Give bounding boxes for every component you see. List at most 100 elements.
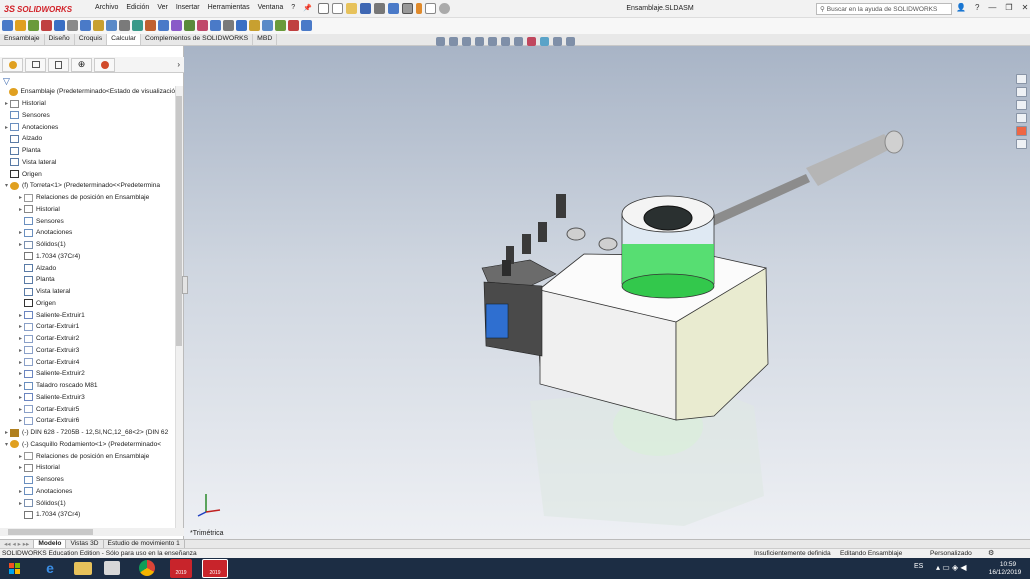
tree-expander-icon[interactable]: ▾ xyxy=(3,182,10,189)
tree-expander-icon[interactable]: ▸ xyxy=(17,206,24,213)
menu-ver[interactable]: Ver xyxy=(157,4,168,12)
file-properties-icon[interactable] xyxy=(425,3,436,14)
minimize-button[interactable]: — xyxy=(988,3,996,12)
tree-expander-icon[interactable]: ▸ xyxy=(3,429,10,436)
tree-item[interactable]: ▸ Saliente-Extruir2 xyxy=(0,368,175,380)
tree-item[interactable]: ▸ Anotaciones xyxy=(0,121,175,133)
dimxpert-tab[interactable]: ⊕ xyxy=(71,57,92,72)
tree-item[interactable]: ▸ Anotaciones xyxy=(0,227,175,239)
command-tool-icon[interactable] xyxy=(184,20,195,31)
tree-expander-icon[interactable]: ▸ xyxy=(17,464,24,471)
command-tool-icon[interactable] xyxy=(223,20,234,31)
tree-item[interactable]: Planta xyxy=(0,274,175,286)
tree-item[interactable]: 1.7034 (37Cr4) xyxy=(0,509,175,521)
command-tool-icon[interactable] xyxy=(262,20,273,31)
command-tool-icon[interactable] xyxy=(54,20,65,31)
tree-expander-icon[interactable]: ▸ xyxy=(17,382,24,389)
status-settings-icon[interactable]: ⚙ xyxy=(988,549,994,557)
tree-expander-icon[interactable]: ▸ xyxy=(17,347,24,354)
tree-item[interactable]: ▸ Relaciones de posición en Ensamblaje xyxy=(0,450,175,462)
tree-expander-icon[interactable]: ▸ xyxy=(17,229,24,236)
tree-item[interactable]: ▸ Saliente-Extruir3 xyxy=(0,392,175,404)
tree-hscroll-thumb[interactable] xyxy=(8,529,93,535)
display-pane-icon[interactable] xyxy=(566,37,575,46)
tree-item[interactable]: Vista lateral xyxy=(0,286,175,298)
previous-view-icon[interactable] xyxy=(462,37,471,46)
tree-item[interactable]: ▸ Cortar-Extruir2 xyxy=(0,333,175,345)
tab-mbd[interactable]: MBD xyxy=(253,34,278,45)
tree-item[interactable]: ▸ Cortar-Extruir3 xyxy=(0,345,175,357)
pin-icon[interactable]: 📌 xyxy=(303,4,312,12)
tree-item[interactable]: Sensores xyxy=(0,474,175,486)
command-tool-icon[interactable] xyxy=(158,20,169,31)
save-icon[interactable] xyxy=(360,3,371,14)
menu-archivo[interactable]: Archivo xyxy=(95,4,118,12)
options-gear-icon[interactable] xyxy=(439,3,450,14)
tab-calcular[interactable]: Calcular xyxy=(107,34,142,45)
apply-scene-icon[interactable] xyxy=(540,37,549,46)
tree-expander-icon[interactable]: ▸ xyxy=(17,241,24,248)
tree-item[interactable]: ▸ Sólidos(1) xyxy=(0,239,175,251)
command-tool-icon[interactable] xyxy=(197,20,208,31)
tab-nav-arrows[interactable]: ◂◂ ◂ ▸ ▸▸ xyxy=(0,540,35,548)
tree-expander-icon[interactable]: ▸ xyxy=(17,323,24,330)
tree-item[interactable]: ▸ Historial xyxy=(0,98,175,110)
command-tool-icon[interactable] xyxy=(275,20,286,31)
file-explorer-icon[interactable] xyxy=(1016,100,1027,110)
tree-item[interactable]: Alzado xyxy=(0,133,175,145)
zoom-to-fit-icon[interactable] xyxy=(436,37,445,46)
clock-time[interactable]: 10:59 xyxy=(990,561,1026,568)
view-settings-icon[interactable] xyxy=(553,37,562,46)
tree-item[interactable]: ▸ Cortar-Extruir5 xyxy=(0,403,175,415)
tree-expander-icon[interactable]: ▸ xyxy=(17,312,24,319)
tab-vistas-3d[interactable]: Vistas 3D xyxy=(66,540,104,548)
display-manager-tab[interactable] xyxy=(94,57,115,72)
chrome-icon[interactable] xyxy=(139,560,155,576)
design-library-icon[interactable] xyxy=(1016,87,1027,97)
panel-expand-icon[interactable]: › xyxy=(177,60,180,69)
command-tool-icon[interactable] xyxy=(119,20,130,31)
command-tool-icon[interactable] xyxy=(41,20,52,31)
feature-manager-tab[interactable] xyxy=(2,57,23,72)
tree-item[interactable]: Alzado xyxy=(0,262,175,274)
command-tool-icon[interactable] xyxy=(93,20,104,31)
media-player-icon[interactable] xyxy=(104,561,120,575)
close-button[interactable]: ✕ xyxy=(1022,3,1029,12)
configuration-manager-tab[interactable] xyxy=(48,57,69,72)
tree-item[interactable]: Planta xyxy=(0,145,175,157)
appearances-icon[interactable] xyxy=(1016,126,1027,136)
section-view-icon[interactable] xyxy=(475,37,484,46)
tab-diseno[interactable]: Diseño xyxy=(45,34,75,45)
tree-expander-icon[interactable]: ▸ xyxy=(17,488,24,495)
command-tool-icon[interactable] xyxy=(2,20,13,31)
tab-ensamblaje[interactable]: Ensamblaje xyxy=(0,34,45,45)
tree-expander-icon[interactable]: ▸ xyxy=(17,500,24,507)
solidworks-active-taskbar-icon[interactable]: 2019 xyxy=(202,559,228,578)
command-tool-icon[interactable] xyxy=(301,20,312,31)
language-indicator[interactable]: ES xyxy=(914,563,923,570)
menu-ventana[interactable]: Ventana xyxy=(258,4,284,12)
property-manager-tab[interactable] xyxy=(25,57,46,72)
command-tool-icon[interactable] xyxy=(288,20,299,31)
command-tool-icon[interactable] xyxy=(106,20,117,31)
file-explorer-taskbar-icon[interactable] xyxy=(74,562,92,575)
solidworks-resources-icon[interactable] xyxy=(1016,74,1027,84)
tree-expander-icon[interactable]: ▸ xyxy=(17,359,24,366)
tree-expander-icon[interactable]: ▸ xyxy=(17,406,24,413)
tree-expander-icon[interactable]: ▸ xyxy=(17,453,24,460)
hide-show-icon[interactable] xyxy=(514,37,523,46)
home-icon[interactable] xyxy=(318,3,329,14)
command-tool-icon[interactable] xyxy=(171,20,182,31)
tree-item[interactable]: ▸ (-) DIN 628 - 7205B - 12,SI,NC,12_68<2>… xyxy=(0,427,175,439)
tree-item[interactable]: 1.7034 (37Cr4) xyxy=(0,251,175,263)
tab-motion-study[interactable]: Estudio de movimiento 1 xyxy=(104,540,185,548)
tree-item[interactable]: Ensamblaje (Predeterminado<Estado de vis… xyxy=(0,86,175,98)
tree-item[interactable]: ▸ Historial xyxy=(0,462,175,474)
tree-expander-icon[interactable]: ▸ xyxy=(3,124,10,131)
panel-collapse-handle[interactable] xyxy=(182,276,188,294)
tree-item[interactable]: Origen xyxy=(0,298,175,310)
print-icon[interactable] xyxy=(374,3,385,14)
restore-button[interactable]: ❐ xyxy=(1005,3,1012,12)
open-folder-icon[interactable] xyxy=(346,3,357,14)
tree-expander-icon[interactable]: ▸ xyxy=(3,100,10,107)
